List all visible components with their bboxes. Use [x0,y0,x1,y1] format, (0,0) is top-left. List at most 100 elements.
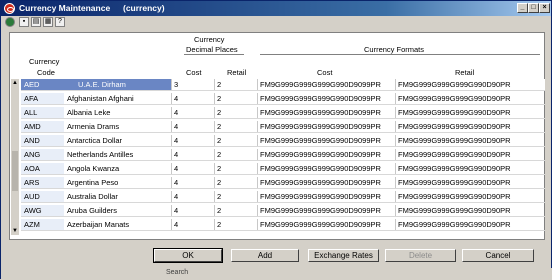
cost-decimal-cell[interactable]: 4 [171,107,214,118]
retail-format-cell[interactable]: FM9G999G999G999G990D90PR [395,79,545,90]
retail-decimal-cell[interactable]: 2 [214,107,257,118]
retail-format-cell[interactable]: FM9G999G999G999G990D90PR [395,107,545,118]
cost-decimal-cell[interactable]: 4 [171,93,214,104]
retail-format-cell[interactable]: FM9G999G999G999G990D90PR [395,191,545,202]
scroll-down-icon[interactable]: ▼ [11,227,19,235]
currency-name-cell[interactable]: Australia Dollar [64,191,171,202]
column-separator [395,191,396,202]
retail-format-cell[interactable]: FM9G999G999G999G990D90PR [395,163,545,174]
cost-format-cell[interactable]: FM9G999G999G999G990D9099PR [257,219,395,230]
cancel-button[interactable]: Cancel [462,249,534,262]
currency-code-cell[interactable]: AUD [21,191,64,202]
scroll-up-icon[interactable]: ▲ [11,79,19,87]
currency-name-cell[interactable]: Argentina Peso [64,177,171,188]
table-row[interactable]: AWG Aruba Guilders 4 2 FM9G999G999G999G990D9… [21,205,545,217]
retail-decimal-cell[interactable]: 2 [214,205,257,216]
cost-decimal-cell[interactable]: 3 [171,79,214,90]
cost-decimal-cell[interactable]: 4 [171,163,214,174]
currency-code-cell[interactable]: AMD [21,121,64,132]
currency-code-cell[interactable]: ANG [21,149,64,160]
retail-decimal-cell[interactable]: 2 [214,79,257,90]
table-row[interactable]: AMD Armenia Drams 4 2 FM9G999G999G999G990D90… [21,121,545,133]
retail-format-cell[interactable]: FM9G999G999G999G990D90PR [395,121,545,132]
maximize-icon[interactable]: □ [528,3,539,13]
retail-format-cell[interactable]: FM9G999G999G999G990D90PR [395,135,545,146]
cost-decimal-cell[interactable]: 4 [171,205,214,216]
export-icon[interactable]: ▦ [43,17,53,27]
cost-format-cell[interactable]: FM9G999G999G999G990D9099PR [257,163,395,174]
currency-name-cell[interactable]: Angola Kwanza [64,163,171,174]
retail-format-cell[interactable]: FM9G999G999G999G990D90PR [395,149,545,160]
retail-decimal-cell[interactable]: 2 [214,121,257,132]
retail-decimal-cell[interactable]: 2 [214,149,257,160]
retail-decimal-cell[interactable]: 2 [214,191,257,202]
cost-decimal-cell[interactable]: 4 [171,121,214,132]
table-row[interactable]: AOA Angola Kwanza 4 2 FM9G999G999G999G990D90… [21,163,545,175]
table-row[interactable]: AED U.A.E. Dirham 3 2 FM9G999G999G999G990D90… [21,79,545,91]
cost-decimal-cell[interactable]: 4 [171,149,214,160]
retail-decimal-cell[interactable]: 2 [214,177,257,188]
retail-decimal-cell[interactable]: 2 [214,93,257,104]
table-row[interactable]: AZM Azerbaijan Manats 4 2 FM9G999G999G999G99… [21,219,545,231]
currency-code-cell[interactable]: AOA [21,163,64,174]
close-icon[interactable]: × [539,3,550,13]
currency-name-cell[interactable]: Aruba Guilders [64,205,171,216]
cost-format-cell[interactable]: FM9G999G999G999G990D9099PR [257,205,395,216]
cost-decimal-cell[interactable]: 4 [171,177,214,188]
retail-format-cell[interactable]: FM9G999G999G999G990D90PR [395,219,545,230]
delete-button[interactable]: Delete [385,249,456,262]
cost-decimal-cell[interactable]: 4 [171,219,214,230]
retail-format-cell[interactable]: FM9G999G999G999G990D90PR [395,177,545,188]
minimize-icon[interactable]: _ [517,3,528,13]
ok-button[interactable]: OK [153,248,223,263]
currency-code-cell[interactable]: AFA [21,93,64,104]
cost-format-cell[interactable]: FM9G999G999G999G990D9099PR [257,135,395,146]
cost-decimal-cell[interactable]: 4 [171,191,214,202]
retail-format-cell[interactable]: FM9G999G999G999G990D90PR [395,93,545,104]
exchange-rates-button[interactable]: Exchange Rates [308,249,379,262]
help-icon[interactable]: ? [55,17,65,27]
table-row[interactable]: AND Antarctica Dollar 4 2 FM9G999G999G999G99… [21,135,545,147]
retail-format-cell[interactable]: FM9G999G999G999G990D90PR [395,205,545,216]
globe-icon[interactable] [5,17,15,27]
vertical-scrollbar[interactable]: ▲ ▼ [11,79,19,235]
cost-format-cell[interactable]: FM9G999G999G999G990D9099PR [257,177,395,188]
table-row[interactable]: ARS Argentina Peso 4 2 FM9G999G999G999G990D9… [21,177,545,189]
currency-name-cell[interactable]: Armenia Drams [64,121,171,132]
column-separator [257,107,258,118]
currency-name-cell[interactable]: Netherlands Antilles [64,149,171,160]
scroll-thumb[interactable] [12,151,18,191]
table-row[interactable]: ANG Netherlands Antilles 4 2 FM9G999G999G999… [21,149,545,161]
cost-format-cell[interactable]: FM9G999G999G999G990D9099PR [257,79,395,90]
currency-name-cell[interactable]: Afghanistan Afghani [64,93,171,104]
cost-format-cell[interactable]: FM9G999G999G999G990D9099PR [257,93,395,104]
decimal-header-rule [184,54,244,55]
column-separator [257,177,258,188]
cost-format-cell[interactable]: FM9G999G999G999G990D9099PR [257,121,395,132]
currency-name-cell[interactable]: Albania Leke [64,107,171,118]
currency-code-cell[interactable]: AND [21,135,64,146]
table-row[interactable]: ALL Albania Leke 4 2 FM9G999G999G999G990D909… [21,107,545,119]
status-bar: Search [1,268,552,280]
cost-format-cell[interactable]: FM9G999G999G999G990D9099PR [257,149,395,160]
currency-code-cell[interactable]: AWG [21,205,64,216]
save-icon[interactable]: ▪ [19,17,29,27]
cost-format-cell[interactable]: FM9G999G999G999G990D9099PR [257,107,395,118]
currency-code-cell[interactable]: ALL [21,107,64,118]
currency-name-cell[interactable]: U.A.E. Dirham [64,79,171,90]
table-row[interactable]: AFA Afghanistan Afghani 4 2 FM9G999G999G999G… [21,93,545,105]
cost-format-cell[interactable]: FM9G999G999G999G990D9099PR [257,191,395,202]
currency-code-cell[interactable]: ARS [21,177,64,188]
print-icon[interactable]: ▤ [31,17,41,27]
add-button[interactable]: Add [231,249,299,262]
cost-decimal-cell[interactable]: 4 [171,135,214,146]
retail-decimal-cell[interactable]: 2 [214,163,257,174]
retail-decimal-cell[interactable]: 2 [214,135,257,146]
currency-code-cell[interactable]: AZM [21,219,64,230]
currency-name-cell[interactable]: Azerbaijan Manats [64,219,171,230]
table-row[interactable]: AUD Australia Dollar 4 2 FM9G999G999G999G990… [21,191,545,203]
currency-code-cell[interactable]: AED [21,79,64,90]
retail-decimal-cell[interactable]: 2 [214,219,257,230]
currency-name-cell[interactable]: Antarctica Dollar [64,135,171,146]
code-header-line2: Code [37,68,55,77]
